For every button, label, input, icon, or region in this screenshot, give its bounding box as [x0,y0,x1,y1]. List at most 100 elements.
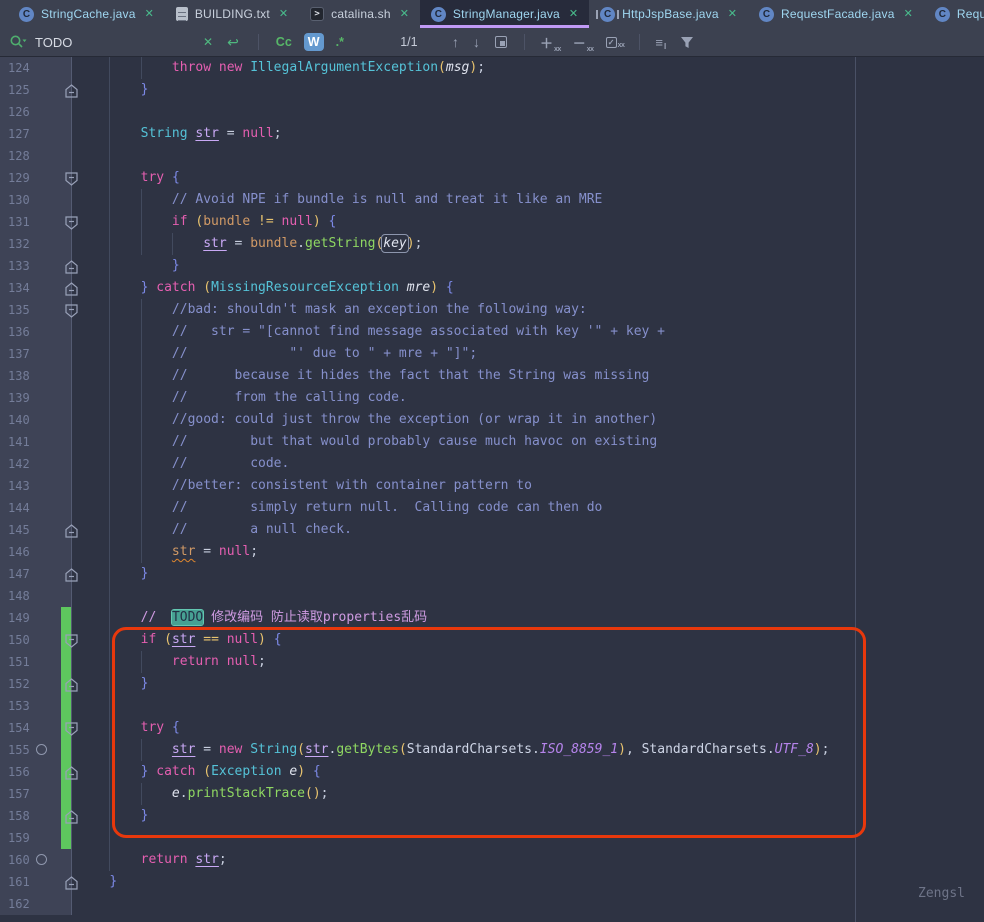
next-occurrence-icon[interactable]: ↓ [473,34,480,50]
code-text[interactable]: } [72,805,984,827]
code-text[interactable]: str = bundle.getString(key); [72,233,984,255]
code-text[interactable] [72,695,984,717]
code-text[interactable]: // str = "[cannot find message associate… [72,321,984,343]
code-text[interactable]: // "' due to " + mre + "]"; [72,343,984,365]
filter-icon[interactable] [680,32,694,52]
fold-marker-up[interactable] [65,875,78,897]
fold-marker-up[interactable] [65,259,78,281]
tab-close-icon[interactable]: ✕ [728,9,737,20]
code-text[interactable]: str = new String(str.getBytes(StandardCh… [72,739,984,761]
open-in-find-window-icon[interactable] [495,36,507,48]
code-text[interactable]: } [72,79,984,101]
code-text[interactable]: // code. [72,453,984,475]
code-text[interactable]: try { [72,167,984,189]
tab-close-icon[interactable]: ✕ [145,9,154,20]
gutter: 156 [0,761,72,783]
code-text[interactable] [72,893,984,915]
fold-marker-down[interactable] [65,721,78,743]
fold-marker-up[interactable] [65,281,78,303]
tab-building-txt[interactable]: BUILDING.txt✕ [165,0,299,28]
prev-occurrence-icon[interactable]: ↑ [452,34,459,50]
fold-marker-down[interactable] [65,171,78,193]
code-line-127: 127 String str = null; [0,123,984,145]
line-number: 126 [8,101,30,123]
search-icon[interactable] [9,32,27,52]
code-text[interactable]: } [72,255,984,277]
tab-close-icon[interactable]: ✕ [400,9,409,20]
newline-icon[interactable]: ↩ [227,32,239,52]
code-text[interactable]: try { [72,717,984,739]
fold-marker-up[interactable] [65,765,78,787]
code-text[interactable]: // TODO 修改编码 防止读取properties乱码 [72,607,984,629]
fold-marker-up[interactable] [65,83,78,105]
line-number: 127 [8,123,30,145]
code-editor[interactable]: 124 throw new IllegalArgumentException(m… [0,57,984,922]
text-file-icon [176,7,188,21]
tab-close-icon[interactable]: ✕ [279,9,288,20]
code-text[interactable]: } [72,563,984,585]
fold-marker-up[interactable] [65,809,78,831]
code-text[interactable]: // a null check. [72,519,984,541]
code-text[interactable]: throw new IllegalArgumentException(msg); [72,57,984,79]
line-number: 140 [8,409,30,431]
words-toggle[interactable]: W [304,33,324,51]
code-text[interactable]: // simply return null. Calling code can … [72,497,984,519]
code-text[interactable]: //good: could just throw the exception (… [72,409,984,431]
regex-toggle[interactable]: .* [332,33,348,51]
code-text[interactable]: e.printStackTrace(); [72,783,984,805]
code-text[interactable]: //better: consistent with container patt… [72,475,984,497]
tab-close-icon[interactable]: ✕ [569,9,578,20]
gutter: 162 [0,893,72,915]
gutter: 135 [0,299,72,321]
gutter-circle-marker[interactable] [36,854,47,865]
gutter: 145 [0,519,72,541]
search-results-count: 1/1 [394,35,424,49]
code-text[interactable]: // because it hides the fact that the St… [72,365,984,387]
code-text[interactable]: // from the calling code. [72,387,984,409]
code-text[interactable] [72,585,984,607]
tab-label: StringManager.java [453,7,560,21]
fold-marker-down[interactable] [65,303,78,325]
code-text[interactable] [72,101,984,123]
divider [258,34,259,50]
tab-close-icon[interactable]: ✕ [904,9,913,20]
select-all-occurrences-icon[interactable]: ✓xx [606,37,625,48]
code-text[interactable]: if (bundle != null) { [72,211,984,233]
code-text[interactable]: } [72,871,984,893]
line-number: 160 [8,849,30,871]
code-text[interactable]: } [72,673,984,695]
tab-catalina-sh[interactable]: >catalina.sh✕ [299,0,420,28]
code-text[interactable] [72,145,984,167]
code-text[interactable]: return null; [72,651,984,673]
code-line-162: 162 [0,893,984,915]
tab-httpjspbase-java[interactable]: CHttpJspBase.java✕ [589,0,748,28]
tab-request-java[interactable]: CRequest.java✕ [924,0,984,28]
code-text[interactable]: // Avoid NPE if bundle is null and treat… [72,189,984,211]
line-number: 141 [8,431,30,453]
code-text[interactable]: str = null; [72,541,984,563]
fold-marker-down[interactable] [65,215,78,237]
search-options-icon[interactable]: ≡I [655,35,665,50]
gutter-circle-marker[interactable] [36,744,47,755]
fold-marker-up[interactable] [65,567,78,589]
tab-requestfacade-java[interactable]: CRequestFacade.java✕ [748,0,924,28]
code-text[interactable]: String str = null; [72,123,984,145]
clear-search-icon[interactable]: ✕ [203,32,213,52]
code-text[interactable] [72,827,984,849]
match-case-toggle[interactable]: Cc [272,33,296,51]
code-text[interactable]: } catch (MissingResourceException mre) { [72,277,984,299]
search-input[interactable]: TODO [35,35,203,50]
code-text[interactable]: if (str == null) { [72,629,984,651]
remove-occurrence-icon[interactable]: －xx [573,33,594,52]
add-occurrence-icon[interactable]: ＋xx [540,33,561,52]
code-text[interactable]: return str; [72,849,984,871]
fold-marker-down[interactable] [65,633,78,655]
code-text[interactable]: // but that would probably cause much ha… [72,431,984,453]
fold-marker-up[interactable] [65,677,78,699]
tab-stringmanager-java[interactable]: CStringManager.java✕ [420,0,589,28]
code-text[interactable]: } catch (Exception e) { [72,761,984,783]
gutter: 124 [0,57,72,79]
fold-marker-up[interactable] [65,523,78,545]
code-text[interactable]: //bad: shouldn't mask an exception the f… [72,299,984,321]
tab-stringcache-java[interactable]: CStringCache.java✕ [8,0,165,28]
